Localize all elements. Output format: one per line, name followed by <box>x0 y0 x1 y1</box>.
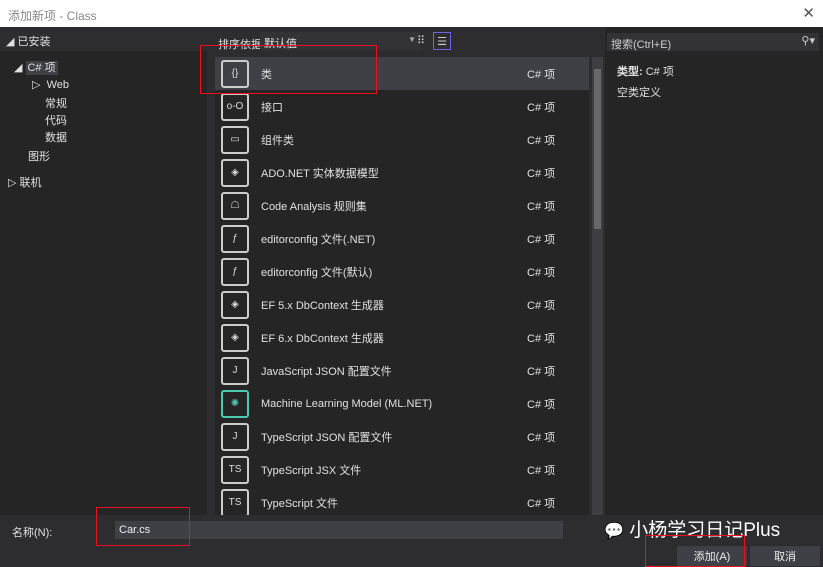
ts-file-icon: TS <box>221 455 249 484</box>
tree-item-graphics[interactable]: 图形 <box>28 148 50 164</box>
editorconfig-icon: ƒ <box>221 257 249 286</box>
template-panel: 排序依据: 默认值 ▼ ⠿ ☰ {} 类 C# 项 o-O 接口 C# 项 ▭ 组件类 C# 项 ◈… <box>212 27 604 515</box>
tree-item-code[interactable]: 代码 <box>45 112 67 128</box>
template-item[interactable]: TS TypeScript 文件 C# 项 <box>215 486 589 515</box>
template-item[interactable]: ◈ EF 6.x DbContext 生成器 C# 项 <box>215 321 589 354</box>
item-name: JavaScript JSON 配置文件 <box>261 365 392 378</box>
search-input[interactable]: 搜索(Ctrl+E) <box>611 39 671 51</box>
type-label: 类型: <box>617 66 643 78</box>
item-name: ADO.NET 实体数据模型 <box>261 167 379 180</box>
grid-view-icon[interactable]: ⠿ <box>412 32 430 50</box>
dbcontext-icon: ◈ <box>221 323 249 352</box>
tree-label: C# 项 <box>25 61 58 75</box>
component-icon: ▭ <box>221 125 249 154</box>
highlight-box <box>200 45 377 94</box>
template-item[interactable]: J TypeScript JSON 配置文件 C# 项 <box>215 420 589 453</box>
tree-item-general[interactable]: 常规 <box>45 95 67 111</box>
search-box[interactable]: 搜索(Ctrl+E) ⚲▾ <box>607 33 819 51</box>
tree-label: 联机 <box>19 177 42 189</box>
item-category: C# 项 <box>527 299 556 312</box>
template-item[interactable]: TS TypeScript JSX 文件 C# 项 <box>215 453 589 486</box>
type-value: C# 项 <box>645 66 674 78</box>
ts-file-icon: TS <box>221 488 249 515</box>
ml-icon: ✺ <box>221 389 249 418</box>
tree-label: Web <box>46 79 70 91</box>
tree-item-data[interactable]: 数据 <box>45 129 67 145</box>
description: 空类定义 <box>617 87 661 99</box>
cancel-button[interactable]: 取消 <box>750 546 820 566</box>
item-name: TypeScript 文件 <box>261 497 339 510</box>
item-name: Machine Learning Model (ML.NET) <box>261 397 433 410</box>
tree-item-web[interactable]: ▷ Web <box>32 78 69 91</box>
dbcontext-icon: ◈ <box>221 290 249 319</box>
item-category: C# 项 <box>527 266 556 279</box>
collapse-icon: ▷ <box>8 177 17 189</box>
item-category: C# 项 <box>527 101 556 114</box>
category-panel: ◢ 已安装 ◢ C# 项 ▷ Web 常规 代码 数据 图形 ▷ 联机 <box>0 27 207 515</box>
wechat-icon: 💬 <box>604 523 624 540</box>
template-item[interactable]: ▭ 组件类 C# 项 <box>215 123 589 156</box>
template-item[interactable]: ◈ ADO.NET 实体数据模型 C# 项 <box>215 156 589 189</box>
close-icon[interactable]: ✕ <box>802 4 815 22</box>
name-label: 名称(N): <box>12 527 53 539</box>
template-item[interactable]: ƒ editorconfig 文件(.NET) C# 项 <box>215 222 589 255</box>
template-list: {} 类 C# 项 o-O 接口 C# 项 ▭ 组件类 C# 项 ◈ ADO.NET 实体数据模型 C… <box>215 57 589 515</box>
template-item[interactable]: ◈ EF 5.x DbContext 生成器 C# 项 <box>215 288 589 321</box>
search-icon[interactable]: ⚲▾ <box>801 34 815 47</box>
item-category: C# 项 <box>527 68 556 81</box>
ruleset-icon: ☖ <box>221 191 249 220</box>
item-category: C# 项 <box>527 332 556 345</box>
item-category: C# 项 <box>527 497 556 510</box>
installed-label: 已安装 <box>17 36 51 48</box>
item-category: C# 项 <box>527 398 556 411</box>
template-item[interactable]: o-O 接口 C# 项 <box>215 90 589 123</box>
window-title: 添加新项 - Class <box>8 9 97 23</box>
item-name: 接口 <box>261 101 283 114</box>
installed-header[interactable]: ◢ 已安装 <box>0 27 207 51</box>
tree-item-online[interactable]: ▷ 联机 <box>8 174 42 190</box>
type-line: 类型: C# 项 <box>617 63 674 79</box>
item-name: editorconfig 文件(.NET) <box>261 233 376 246</box>
title-bar: 添加新项 - Class ✕ <box>0 0 823 27</box>
item-category: C# 项 <box>527 233 556 246</box>
item-name: Code Analysis 规则集 <box>261 200 367 213</box>
item-category: C# 项 <box>527 134 556 147</box>
item-category: C# 项 <box>527 200 556 213</box>
item-name: EF 5.x DbContext 生成器 <box>261 299 384 312</box>
expand-icon: ◢ <box>14 62 23 74</box>
item-name: TypeScript JSON 配置文件 <box>261 431 393 444</box>
json-icon: J <box>221 422 249 451</box>
item-category: C# 项 <box>527 167 556 180</box>
template-item[interactable]: J JavaScript JSON 配置文件 C# 项 <box>215 354 589 387</box>
entity-model-icon: ◈ <box>221 158 249 187</box>
scrollbar-thumb[interactable] <box>594 69 601 229</box>
highlight-box <box>96 507 190 546</box>
item-name: editorconfig 文件(默认) <box>261 266 373 279</box>
item-category: C# 项 <box>527 431 556 444</box>
json-icon: J <box>221 356 249 385</box>
template-item[interactable]: ☖ Code Analysis 规则集 C# 项 <box>215 189 589 222</box>
details-panel: 搜索(Ctrl+E) ⚲▾ 类型: C# 项 空类定义 <box>605 27 823 515</box>
scrollbar[interactable] <box>592 57 603 515</box>
item-category: C# 项 <box>527 365 556 378</box>
interface-icon: o-O <box>221 92 249 121</box>
collapse-icon: ▷ <box>32 79 41 91</box>
item-name: TypeScript JSX 文件 <box>261 464 362 477</box>
item-category: C# 项 <box>527 464 556 477</box>
item-name: EF 6.x DbContext 生成器 <box>261 332 384 345</box>
item-name: 组件类 <box>261 134 294 147</box>
highlight-box <box>645 535 745 567</box>
list-view-icon[interactable]: ☰ <box>433 32 451 50</box>
template-item[interactable]: ƒ editorconfig 文件(默认) C# 项 <box>215 255 589 288</box>
editorconfig-icon: ƒ <box>221 224 249 253</box>
template-item[interactable]: ✺ Machine Learning Model (ML.NET) C# 项 <box>215 387 589 420</box>
tree-item-csharp[interactable]: ◢ C# 项 <box>14 59 58 75</box>
